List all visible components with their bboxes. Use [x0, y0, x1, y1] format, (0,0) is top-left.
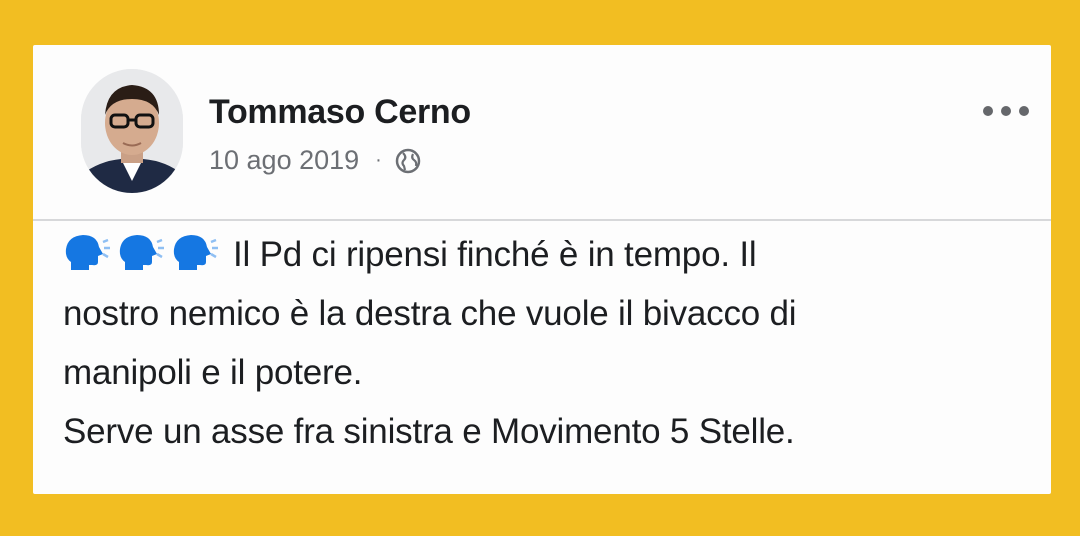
more-dot	[983, 106, 993, 116]
post-text: Il Pd ci ripensi finché è in tempo. Il n…	[63, 225, 1023, 461]
post-date[interactable]: 10 ago 2019	[209, 145, 359, 176]
post-card: Tommaso Cerno 10 ago 2019 · Il Pd ci rip…	[33, 45, 1051, 494]
speaking-head-icon	[119, 235, 164, 270]
header-divider	[33, 219, 1051, 221]
more-options-icon[interactable]	[983, 103, 1029, 119]
post-text-line: Il Pd ci ripensi finché è in tempo. Il	[63, 225, 1023, 284]
post-text-line-3: manipoli e il potere.	[63, 353, 363, 392]
meta-separator: ·	[375, 149, 382, 171]
more-dot	[1001, 106, 1011, 116]
author-name[interactable]: Tommaso Cerno	[209, 93, 471, 132]
post-meta: 10 ago 2019 ·	[209, 145, 422, 176]
globe-icon	[394, 147, 422, 175]
post-text-line-2: nostro nemico è la destra che vuole il b…	[63, 294, 797, 333]
speaking-head-icon	[173, 235, 218, 270]
speaking-head-icon	[65, 235, 110, 270]
speaking-head-group	[63, 232, 219, 272]
avatar[interactable]	[81, 69, 183, 193]
post-text-line-1: Il Pd ci ripensi finché è in tempo. Il	[233, 235, 757, 274]
post-text-line-4: Serve un asse fra sinistra e Movimento 5…	[63, 412, 795, 451]
more-dot	[1019, 106, 1029, 116]
